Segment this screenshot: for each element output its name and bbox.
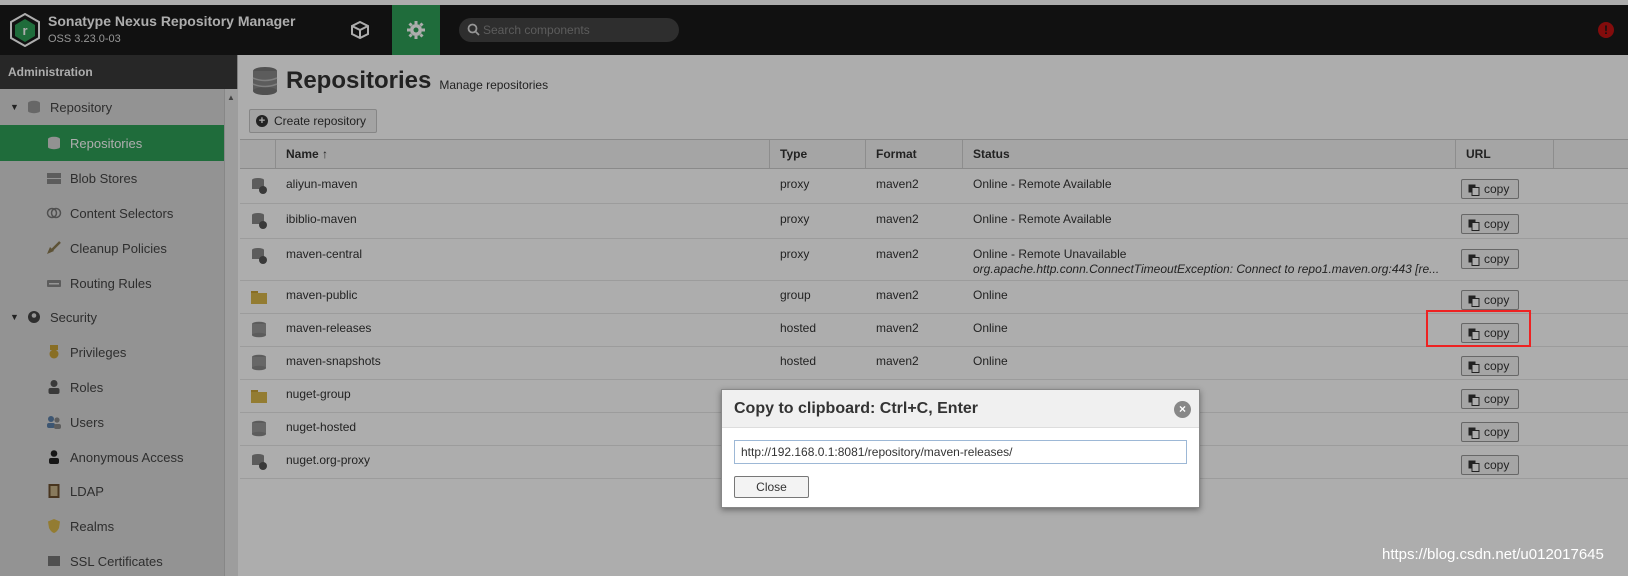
close-button[interactable]: Close bbox=[734, 476, 809, 498]
close-icon[interactable]: × bbox=[1174, 401, 1191, 418]
copy-clipboard-dialog: Copy to clipboard: Ctrl+C, Enter × Close bbox=[721, 389, 1200, 508]
annotation-highlight bbox=[1426, 310, 1531, 347]
watermark: https://blog.csdn.net/u012017645 bbox=[1382, 546, 1604, 563]
dialog-title: Copy to clipboard: Ctrl+C, Enter bbox=[722, 390, 1199, 428]
url-field[interactable] bbox=[734, 440, 1187, 464]
